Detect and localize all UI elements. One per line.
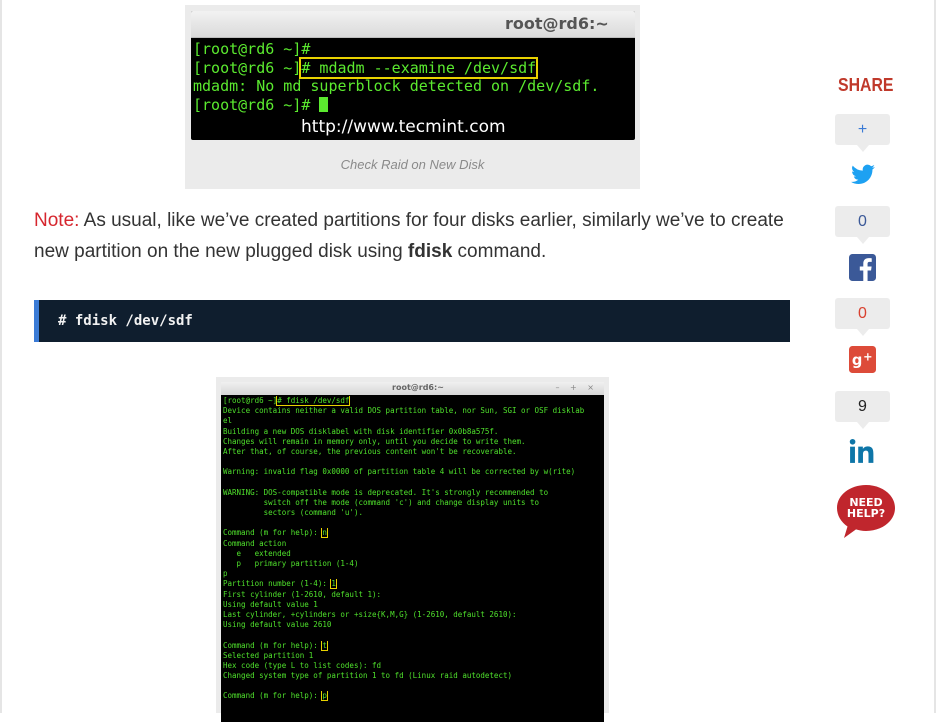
terminal-line: [root@rd6 ~]#	[193, 40, 311, 58]
terminal-line: First cylinder (1-2610, default 1):	[223, 589, 382, 599]
facebook-icon[interactable]	[849, 254, 876, 281]
highlighted-input: # fdisk /dev/sdf	[276, 396, 351, 406]
terminal-line: Device contains neither a valid DOS part…	[223, 406, 585, 416]
note-text-end: command.	[452, 241, 547, 262]
google-plus-icon[interactable]: g +	[849, 346, 876, 373]
figure-fdisk: root@rd6:~ – + × [root@rd6 ~]# fdisk /de…	[216, 377, 609, 722]
note-keyword: fdisk	[407, 241, 453, 262]
terminal-line: Changes will remain in memory only, unti…	[223, 436, 526, 446]
terminal-line: Changed system type of partition 1 to fd…	[223, 671, 512, 681]
facebook-share-count[interactable]: 0	[835, 298, 890, 336]
code-command[interactable]: # fdisk /dev/sdf	[58, 313, 193, 329]
terminal-line: Using default value 1	[223, 599, 318, 609]
figure-check-raid: root@rd6:~ [root@rd6 ~]# [root@rd6 ~]# md…	[185, 5, 640, 189]
terminal-line: Using default value 2610	[223, 620, 332, 630]
terminal-title: root@rd6:~	[505, 14, 609, 33]
terminal-line: e extended	[223, 548, 291, 558]
highlighted-input: p	[321, 691, 328, 702]
share-title: SHARE	[838, 75, 894, 95]
terminal-line: p	[223, 569, 228, 579]
twitter-icon[interactable]	[849, 162, 877, 188]
twitter-share-count[interactable]: 0	[835, 206, 890, 244]
terminal-screenshot-fdisk: root@rd6:~ – + × [root@rd6 ~]# fdisk /de…	[221, 382, 604, 722]
terminal-cursor	[319, 96, 329, 112]
highlighted-input: t	[321, 640, 328, 651]
note-paragraph: Note: As usual, like we’ve created parti…	[34, 205, 794, 267]
highlighted-input: 1	[330, 579, 337, 590]
terminal-line: Building a new DOS disklabel with disk i…	[223, 426, 499, 436]
terminal-line: Command (m for help): n	[223, 528, 328, 539]
terminal-line: [root@rd6 ~]# fdisk /dev/sdf	[223, 396, 351, 406]
terminal-line: Selected partition 1	[223, 650, 314, 660]
content-right-border	[934, 0, 936, 713]
terminal-output: [root@rd6 ~]# [root@rd6 ~]# mdadm --exami…	[191, 38, 635, 114]
terminal-output: [root@rd6 ~]# fdisk /dev/sdf Device conta…	[221, 395, 604, 702]
terminal-line: Command (m for help): t	[223, 640, 328, 651]
terminal-titlebar: root@rd6:~	[191, 11, 635, 38]
terminal-line: Partition number (1-4): 1	[223, 579, 337, 590]
linkedin-icon[interactable]	[848, 438, 876, 464]
terminal-line: switch off the mode (command 'c') and ch…	[223, 497, 540, 507]
terminal-line: sectors (command 'u').	[223, 508, 363, 518]
figure-caption: Check Raid on New Disk	[340, 157, 485, 172]
note-label: Note:	[34, 210, 80, 231]
terminal-line: Warning: invalid flag 0x0000 of partitio…	[223, 467, 576, 477]
terminal-line: mdadm: No md superblock detected on /dev…	[193, 77, 600, 95]
terminal-line: [root@rd6 ~]# mdadm --examine /dev/sdf	[193, 56, 539, 79]
terminal-line: Hex code (type L to list codes): fd	[223, 660, 382, 670]
terminal-line: p primary partition (1-4)	[223, 559, 359, 568]
terminal-screenshot: root@rd6:~ [root@rd6 ~]# [root@rd6 ~]# md…	[191, 11, 635, 140]
terminal-line: el	[223, 416, 233, 426]
highlighted-input: n	[321, 528, 328, 539]
svg-text:g: g	[852, 352, 862, 369]
terminal-line: Command action	[223, 538, 287, 548]
terminal-title: root@rd6:~	[392, 383, 444, 392]
need-help-badge[interactable]: NEED HELP?	[836, 484, 896, 539]
terminal-line: [root@rd6 ~]#	[193, 96, 635, 115]
terminal-line: After that, of course, the previous cont…	[223, 446, 517, 456]
window-controls: – + ×	[555, 383, 598, 392]
svg-text:HELP?: HELP?	[847, 507, 885, 520]
terminal-line: Last cylinder, +cylinders or +size{K,M,G…	[223, 609, 517, 619]
svg-text:+: +	[863, 351, 872, 364]
highlighted-command: # mdadm --examine /dev/sdf	[299, 56, 539, 79]
terminal-line: WARNING: DOS-compatible mode is deprecat…	[223, 487, 549, 497]
googleplus-share-count[interactable]: 9	[835, 391, 890, 429]
terminal-titlebar: root@rd6:~ – + ×	[221, 382, 604, 395]
code-block[interactable]: # fdisk /dev/sdf	[34, 300, 790, 342]
content-left-border	[0, 0, 2, 713]
watermark-url: http://www.tecmint.com	[301, 117, 506, 137]
terminal-line: Command (m for help): p	[223, 691, 328, 702]
share-plus-button[interactable]: +	[835, 114, 890, 152]
